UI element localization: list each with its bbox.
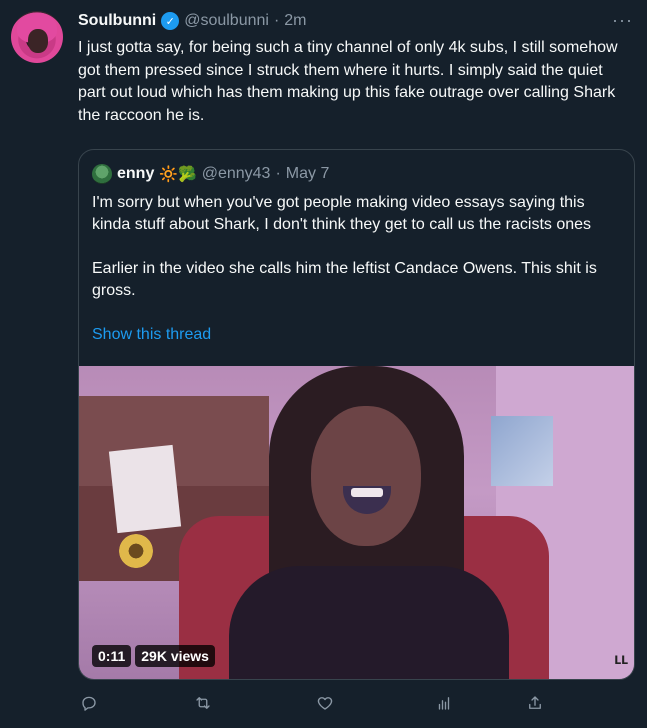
quoted-author-name: enny bbox=[117, 165, 155, 182]
views-icon[interactable] bbox=[433, 692, 455, 714]
video-player[interactable]: 0:11 29K views ᒪᒪ bbox=[79, 366, 634, 679]
quoted-tweet[interactable]: enny 🔆🥦 @enny43 · May 7 I'm sorry but wh… bbox=[78, 149, 635, 680]
avatar-face bbox=[28, 29, 48, 53]
video-background-poster bbox=[491, 416, 553, 486]
video-badges: 0:11 29K views bbox=[92, 645, 215, 667]
tweet-header: Soulbunni ✓ @soulbunni · 2m bbox=[78, 10, 307, 32]
retweet-icon[interactable] bbox=[192, 692, 214, 714]
author-handle[interactable]: @soulbunni bbox=[184, 12, 269, 30]
author-avatar[interactable] bbox=[11, 11, 63, 63]
quoted-paragraph: I'm sorry but when you've got people mak… bbox=[92, 194, 592, 233]
video-views-badge: 29K views bbox=[135, 645, 215, 667]
tweet-actions bbox=[78, 692, 548, 716]
separator-dot: · bbox=[273, 12, 280, 29]
author-name[interactable]: Soulbunni bbox=[78, 12, 156, 30]
video-person-face bbox=[311, 406, 421, 546]
reply-icon[interactable] bbox=[78, 692, 100, 714]
more-options-icon[interactable]: ··· bbox=[612, 10, 633, 31]
video-person-body bbox=[229, 566, 509, 679]
verified-badge-icon: ✓ bbox=[161, 12, 180, 30]
quoted-author-emojis: 🔆🥦 bbox=[159, 166, 197, 183]
video-person-teeth bbox=[351, 488, 383, 497]
tweet[interactable]: Soulbunni ✓ @soulbunni · 2m ··· I just g… bbox=[0, 0, 647, 728]
separator-dot: · bbox=[275, 165, 281, 182]
quoted-tweet-text: I'm sorry but when you've got people mak… bbox=[92, 192, 622, 324]
video-watermark: ᒪᒪ bbox=[614, 655, 628, 667]
like-icon[interactable] bbox=[314, 692, 336, 714]
video-background-book bbox=[108, 444, 182, 534]
share-icon[interactable] bbox=[524, 692, 546, 714]
show-thread-link[interactable]: Show this thread bbox=[92, 326, 211, 344]
quoted-tweet-timestamp: May 7 bbox=[285, 165, 330, 182]
quoted-tweet-header: enny 🔆🥦 @enny43 · May 7 bbox=[92, 163, 329, 185]
tweet-timestamp[interactable]: 2m bbox=[284, 12, 306, 30]
video-background-flower bbox=[119, 534, 153, 568]
quoted-paragraph: Earlier in the video she calls him the l… bbox=[92, 260, 597, 299]
tweet-text: I just gotta say, for being such a tiny … bbox=[78, 39, 618, 124]
quoted-author-avatar bbox=[92, 164, 112, 184]
quoted-author-handle: @enny43 bbox=[201, 165, 271, 182]
video-duration-badge: 0:11 bbox=[92, 645, 132, 667]
